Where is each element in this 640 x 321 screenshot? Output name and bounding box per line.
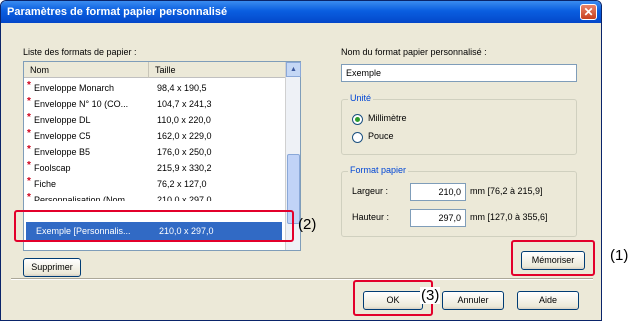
height-range: mm [127,0 à 355,6] <box>470 212 548 222</box>
window-title: Paramètres de format papier personnalisé <box>7 6 228 18</box>
list-item[interactable]: * Enveloppe DL 110,0 x 220,0 <box>24 112 286 128</box>
close-icon: ✕ <box>583 5 594 19</box>
custom-marker-icon: * <box>27 176 31 187</box>
list-item[interactable]: * Personnalisation (Nom... 210,0 x 297,0 <box>24 192 286 201</box>
paper-size-group: Format papier Largeur : 210,0 mm [76,2 à… <box>341 165 577 237</box>
title-bar: Paramètres de format papier personnalisé <box>1 1 601 23</box>
button-divider <box>11 278 593 280</box>
height-input[interactable]: 297,0 <box>410 209 466 227</box>
unit-inch-label[interactable]: Pouce <box>368 131 394 141</box>
column-header-size[interactable]: Taille <box>149 62 286 78</box>
callout-three: (3) <box>420 287 441 304</box>
width-label: Largeur : <box>352 186 389 196</box>
custom-marker-icon: * <box>27 144 31 155</box>
custom-marker-icon: * <box>27 96 31 107</box>
custom-name-input[interactable]: Exemple <box>341 64 577 82</box>
callout-two: (2) <box>298 216 317 233</box>
callout-one: (1) <box>610 247 629 264</box>
unit-group: Unité Millimètre Pouce <box>341 93 577 155</box>
highlight-selected-row <box>14 210 294 242</box>
custom-marker-icon: * <box>27 80 31 91</box>
paper-size-group-title: Format papier <box>348 165 409 175</box>
highlight-save-button <box>511 240 595 276</box>
delete-button[interactable]: Supprimer <box>23 258 81 277</box>
height-label: Hauteur : <box>352 212 390 222</box>
scroll-up-icon[interactable]: ▲ <box>286 62 301 77</box>
unit-mm-label[interactable]: Millimètre <box>368 113 407 123</box>
custom-marker-icon: * <box>27 128 31 139</box>
list-header: Nom Taille <box>24 62 286 78</box>
custom-name-label: Nom du format papier personnalisé : <box>341 47 487 57</box>
column-header-name[interactable]: Nom <box>24 62 149 78</box>
paper-list-label: Liste des formats de papier : <box>23 47 137 57</box>
custom-marker-icon: * <box>27 112 31 123</box>
help-button[interactable]: Aide <box>517 291 579 310</box>
list-item[interactable]: * Foolscap 215,9 x 330,2 <box>24 160 286 176</box>
width-input[interactable]: 210,0 <box>410 183 466 201</box>
list-item[interactable]: * Fiche 76,2 x 127,0 <box>24 176 286 192</box>
list-item[interactable]: * Enveloppe Monarch 98,4 x 190,5 <box>24 80 286 96</box>
unit-mm-radio[interactable] <box>352 114 363 125</box>
unit-inch-radio[interactable] <box>352 132 363 143</box>
list-item[interactable]: * Enveloppe C5 162,0 x 229,0 <box>24 128 286 144</box>
custom-marker-icon: * <box>27 192 31 201</box>
custom-marker-icon: * <box>27 160 31 171</box>
cancel-button[interactable]: Annuler <box>442 291 504 310</box>
unit-group-title: Unité <box>348 93 374 103</box>
list-item[interactable]: * Enveloppe B5 176,0 x 250,0 <box>24 144 286 160</box>
close-button[interactable]: ✕ <box>580 4 597 20</box>
width-range: mm [76,2 à 215,9] <box>470 186 543 196</box>
list-item[interactable]: * Enveloppe N° 10 (CO... 104,7 x 241,3 <box>24 96 286 112</box>
